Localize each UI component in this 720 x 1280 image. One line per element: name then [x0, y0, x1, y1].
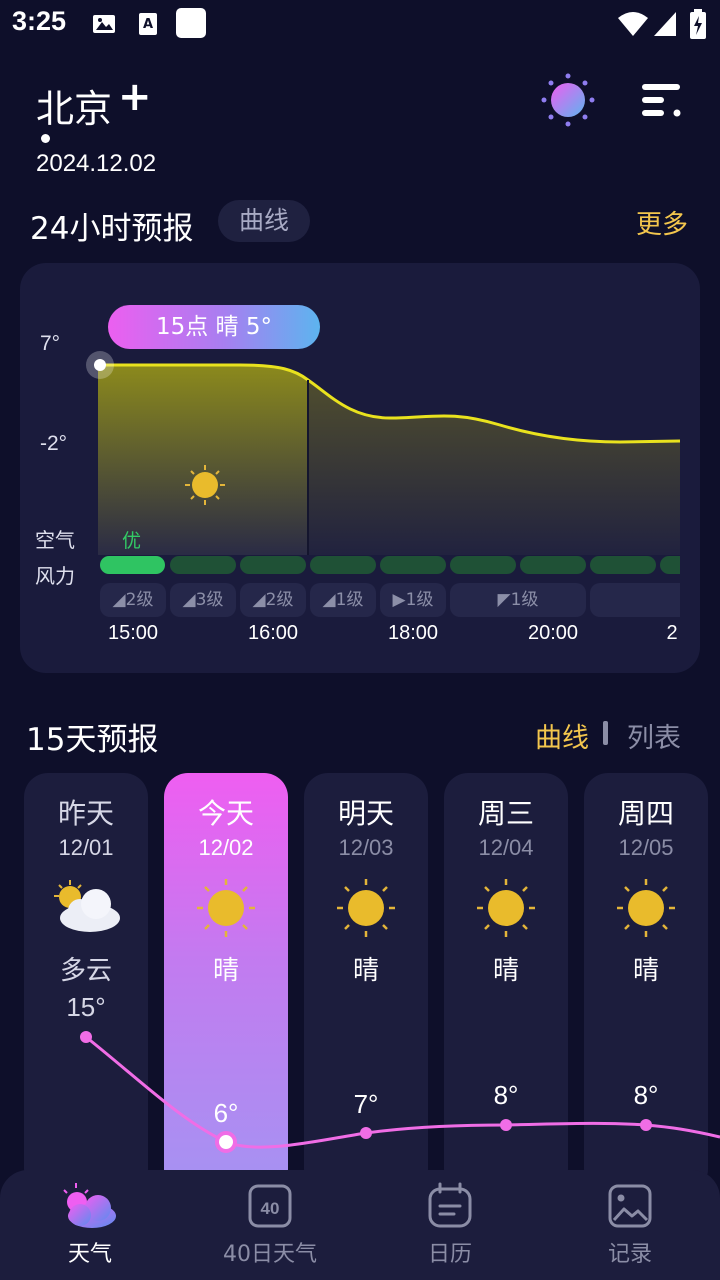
air-label: 空气	[35, 528, 75, 552]
hourly-tooltip: 15点 晴 5°	[108, 305, 320, 349]
app-root: 3:25 A 北京 + 2024.12.02 24小时预报 曲线 更多 7° -…	[0, 0, 720, 1280]
hour-label: 2	[666, 622, 678, 644]
wind-direction-icon: ◢	[112, 590, 126, 610]
city-name[interactable]: 北京	[36, 78, 112, 133]
hourly-mode-chip[interactable]: 曲线	[218, 200, 310, 242]
wind-direction-icon: ◢	[182, 590, 196, 610]
y-min-label: -2°	[40, 432, 68, 455]
more-link[interactable]: 更多	[636, 204, 688, 241]
current-date: 2024.12.02	[36, 150, 157, 177]
wind-cell: ▶1级	[380, 583, 446, 617]
day-date: 12/03	[338, 835, 394, 860]
day-high-temp: 7°	[353, 1089, 379, 1119]
forty-day-icon[interactable]: 40	[200, 1180, 340, 1234]
aqi-bar	[240, 556, 306, 574]
tab-list[interactable]: 列表	[627, 716, 681, 755]
theme-sun-icon[interactable]	[540, 72, 596, 128]
wind-direction-icon: ◢	[322, 590, 336, 610]
calendar-icon[interactable]	[380, 1180, 520, 1234]
day-date: 12/02	[198, 835, 254, 860]
wind-direction-icon: ▶	[392, 590, 406, 610]
hour-label: 20:00	[527, 622, 579, 644]
add-city-button[interactable]: +	[118, 74, 152, 120]
day-condition: 多云	[59, 956, 112, 986]
day-date: 12/01	[58, 835, 114, 860]
wind-label: 风力	[35, 564, 75, 588]
day-condition: 晴	[632, 956, 659, 986]
tab-curve[interactable]: 曲线	[535, 716, 589, 755]
gallery-icon[interactable]	[560, 1180, 700, 1234]
day-condition: 晴	[492, 956, 519, 986]
day-date: 12/04	[478, 835, 534, 860]
aqi-bar	[310, 556, 376, 574]
app-notification-icon	[176, 8, 206, 38]
aqi-bar	[170, 556, 236, 574]
sun-icon	[617, 879, 675, 937]
day-name: 周四	[617, 797, 674, 830]
wind-direction-icon: ◤	[497, 590, 511, 610]
day-high-temp: 6°	[213, 1098, 239, 1128]
wind-cell: ◢2级	[100, 583, 166, 617]
hour-label: 15:00	[107, 622, 159, 644]
aqi-bar	[590, 556, 656, 574]
wind-cell: ◢3级	[170, 583, 236, 617]
wind-cell: ◢1级	[310, 583, 376, 617]
image-notification-icon	[93, 15, 115, 33]
day-high-temp: 15°	[66, 992, 106, 1022]
wind-cell: ◤1级	[450, 583, 586, 617]
menu-icon[interactable]	[636, 78, 686, 122]
wind-cell: ◢2级	[240, 583, 306, 617]
aqi-bar	[100, 556, 165, 574]
hour-label: 18:00	[387, 622, 439, 644]
day-condition: 晴	[212, 956, 239, 986]
page-indicator-dot	[41, 134, 50, 143]
nav-weather-label[interactable]: 天气	[20, 1236, 160, 1268]
wind-cell	[590, 583, 680, 617]
status-time: 3:25	[12, 6, 67, 36]
day-condition: 晴	[352, 956, 379, 986]
wind-direction-icon: ◢	[252, 590, 266, 610]
tab-divider	[603, 721, 608, 745]
signal-icon	[654, 12, 676, 36]
hourly-title: 24小时预报	[30, 211, 194, 247]
svg-text:A: A	[143, 17, 153, 32]
wifi-icon	[618, 12, 648, 36]
y-max-label: 7°	[40, 332, 61, 355]
day-name: 昨天	[57, 797, 114, 830]
aqi-label: 优	[122, 530, 142, 552]
day-name: 周三	[477, 797, 534, 830]
aqi-bar	[380, 556, 446, 574]
day-high-temp: 8°	[493, 1080, 519, 1110]
partly-cloudy-icon	[54, 880, 120, 932]
nav-records-label[interactable]: 记录	[560, 1236, 700, 1268]
sun-icon	[337, 879, 395, 937]
battery-icon	[690, 9, 706, 39]
daily-title: 15天预报	[26, 722, 159, 758]
aqi-bar	[450, 556, 516, 574]
nav-forty-day-label[interactable]: 40日天气	[200, 1236, 340, 1268]
font-notification-icon: A	[139, 13, 157, 35]
weather-icon[interactable]	[20, 1180, 160, 1234]
sun-icon	[197, 879, 255, 937]
day-date: 12/05	[618, 835, 674, 860]
day-high-temp: 8°	[633, 1080, 659, 1110]
aqi-bar	[660, 556, 680, 574]
nav-calendar-label[interactable]: 日历	[380, 1236, 520, 1268]
hour-label: 16:00	[247, 622, 299, 644]
svg-text:40: 40	[261, 1199, 280, 1218]
day-name: 今天	[197, 797, 254, 830]
aqi-bar	[520, 556, 586, 574]
day-name: 明天	[337, 797, 394, 830]
sun-icon	[477, 879, 535, 937]
